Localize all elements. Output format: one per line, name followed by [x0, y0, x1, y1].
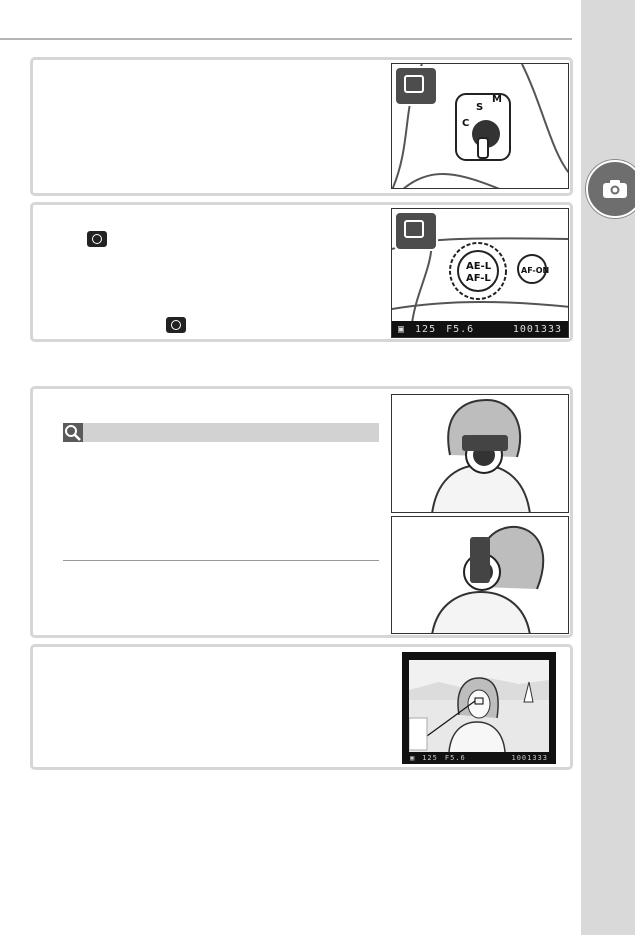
viewfinder-illustration: ▣ 125 F5.6 1001333	[402, 652, 556, 764]
focus-badge	[394, 66, 438, 106]
metering-illustration: AE-L AF-L AF-ON ▣ 125 F5.6 1001333	[391, 208, 569, 338]
viewfinder-readout: ▣ 125 F5.6 1001333	[402, 752, 556, 764]
vf-frames: 1001333	[511, 754, 548, 762]
lcd-aperture: F5.6	[446, 323, 475, 335]
vf-meter-icon: ▣	[410, 754, 416, 762]
metering-icon-1	[87, 231, 107, 247]
svg-text:AF-L: AF-L	[466, 273, 491, 284]
lcd-frames: 1001333	[512, 323, 562, 335]
side-tab	[581, 0, 635, 935]
lcd-meter-icon: ▣	[398, 323, 406, 335]
chapter-tab[interactable]	[586, 160, 635, 218]
vf-aperture: F5.6	[444, 754, 466, 762]
panel-metering: AE-L AF-L AF-ON ▣ 125 F5.6 1001333	[30, 202, 573, 342]
panel-focus-mode: S M C	[30, 57, 573, 196]
holding-landscape-illustration	[391, 394, 569, 513]
metering-icon-2	[166, 317, 186, 333]
svg-text:AF-ON: AF-ON	[521, 266, 549, 275]
svg-text:M: M	[492, 94, 502, 105]
magnifier-icon	[63, 423, 83, 442]
focus-mode-illustration: S M C	[391, 63, 569, 189]
metering-badge	[394, 211, 438, 251]
lcd-readout: ▣ 125 F5.6 1001333	[392, 321, 568, 337]
holding-portrait-illustration	[391, 516, 569, 634]
lcd-shutter: 125	[415, 323, 437, 335]
svg-text:S: S	[476, 102, 483, 113]
svg-text:AE-L: AE-L	[466, 261, 492, 272]
vf-shutter: 125	[422, 754, 438, 762]
tip-divider	[63, 560, 379, 561]
svg-text:C: C	[462, 118, 469, 129]
tip-bar	[63, 423, 379, 442]
camera-icon	[603, 180, 627, 198]
top-rule	[0, 38, 572, 40]
